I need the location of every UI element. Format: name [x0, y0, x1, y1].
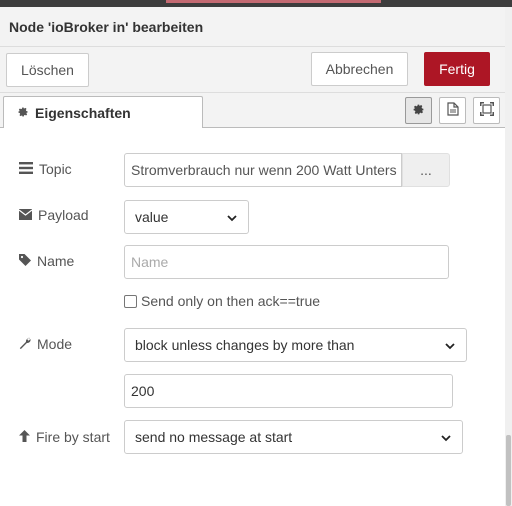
- topic-label: Topic: [39, 161, 72, 177]
- tab-properties[interactable]: Eigenschaften: [3, 96, 203, 129]
- tray-toolbar: Löschen Abbrechen Fertig: [0, 47, 505, 93]
- done-button[interactable]: Fertig: [424, 52, 490, 86]
- chevron-down-icon: [440, 431, 452, 443]
- arrow-up-icon: [19, 429, 30, 445]
- threshold-input[interactable]: 200: [124, 374, 453, 408]
- editor-top-strip: [0, 0, 512, 7]
- gear-icon: [412, 103, 425, 119]
- chevron-down-icon: [226, 211, 238, 223]
- fire-by-start-label-group: Fire by start: [19, 429, 110, 445]
- cancel-button[interactable]: Abbrechen: [311, 52, 408, 86]
- name-label: Name: [37, 253, 75, 269]
- top-accent-bar: [166, 0, 381, 3]
- wrench-icon: [19, 336, 31, 352]
- tab-node-properties[interactable]: [405, 97, 432, 124]
- fire-by-start-selected-value: send no message at start: [135, 429, 293, 445]
- ack-checkbox-label: Send only on then ack==true: [141, 293, 321, 309]
- name-label-group: Name: [19, 253, 74, 269]
- mode-select[interactable]: block unless changes by more than: [124, 328, 467, 362]
- chevron-down-icon: [444, 339, 456, 351]
- envelope-icon: [18, 207, 33, 223]
- tab-description[interactable]: [439, 97, 466, 124]
- properties-form: Topic Stromverbrauch nur wenn 200 Watt U…: [0, 128, 505, 506]
- tab-properties-label: Eigenschaften: [35, 104, 131, 121]
- gear-icon: [17, 105, 29, 121]
- fire-by-start-select[interactable]: send no message at start: [124, 420, 463, 454]
- tray-title: Node 'ioBroker in' bearbeiten: [9, 19, 204, 35]
- tab-appearance[interactable]: [473, 97, 500, 124]
- frame-icon: [479, 102, 494, 119]
- document-icon: [446, 102, 459, 119]
- mode-selected-value: block unless changes by more than: [135, 337, 355, 353]
- tag-icon: [19, 253, 31, 269]
- scrollbar-thumb[interactable]: [506, 435, 511, 506]
- list-icon: [19, 161, 33, 177]
- topic-browse-button[interactable]: ...: [402, 153, 450, 187]
- ack-checkbox[interactable]: [124, 294, 137, 308]
- delete-button[interactable]: Löschen: [6, 53, 89, 87]
- ack-checkbox-row[interactable]: Send only on then ack==true: [124, 293, 320, 309]
- payload-select[interactable]: value: [124, 200, 249, 234]
- name-input[interactable]: Name: [124, 245, 449, 279]
- payload-label: Payload: [38, 207, 89, 223]
- tray-header: Node 'ioBroker in' bearbeiten: [0, 7, 505, 47]
- fire-by-start-label: Fire by start: [36, 429, 110, 445]
- payload-label-group: Payload: [18, 207, 89, 223]
- payload-selected-value: value: [135, 209, 169, 225]
- mode-label-group: Mode: [19, 336, 72, 352]
- topic-label-group: Topic: [19, 161, 72, 177]
- vertical-scrollbar[interactable]: [505, 7, 512, 506]
- mode-label: Mode: [37, 336, 73, 352]
- tab-bar: Eigenschaften: [0, 93, 505, 129]
- topic-input[interactable]: Stromverbrauch nur wenn 200 Watt Unters: [124, 153, 402, 187]
